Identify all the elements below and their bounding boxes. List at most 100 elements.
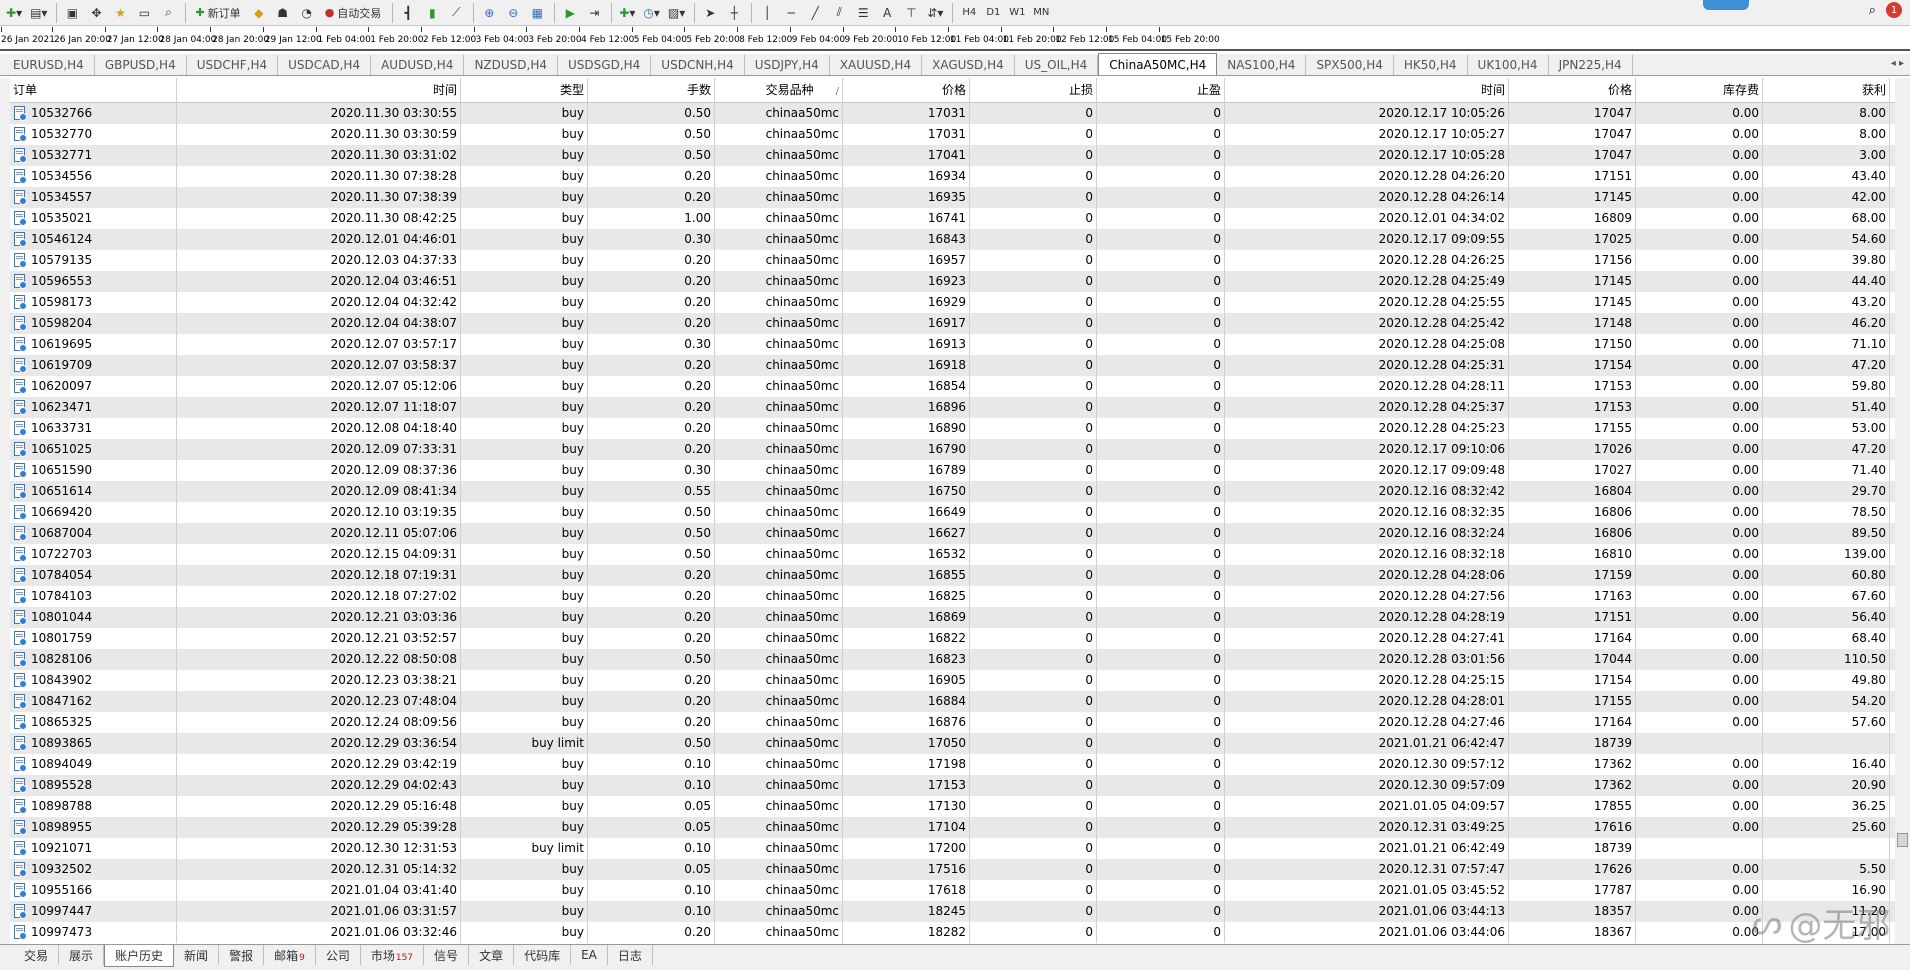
terminal-tab-8[interactable]: 信号: [424, 945, 470, 965]
table-row[interactable]: 10997473 2021.01.06 03:32:46 buy 0.20 chinaa…: [10, 922, 1895, 943]
templates-icon[interactable]: ▨▾: [665, 2, 688, 24]
chart-shift-icon[interactable]: ⇥: [583, 2, 605, 24]
horizontal-line-icon[interactable]: ─: [780, 2, 802, 24]
periods-icon[interactable]: ◷ ▾: [640, 2, 663, 24]
table-row[interactable]: 10598173 2020.12.04 04:32:42 buy 0.20 chinaa…: [10, 292, 1895, 313]
terminal-tab-2[interactable]: 账户历史: [104, 945, 175, 967]
tabs-scroll-arrows-icon[interactable]: ◂ ▸: [1891, 58, 1904, 69]
table-row[interactable]: 10623471 2020.12.07 11:18:07 buy 0.20 chinaa…: [10, 397, 1895, 418]
candlestick-icon[interactable]: ▮: [421, 2, 443, 24]
table-row[interactable]: 10847162 2020.12.23 07:48:04 buy 0.20 chinaa…: [10, 691, 1895, 712]
indicators-icon[interactable]: ✚ ▾: [616, 2, 638, 24]
table-row[interactable]: 10894049 2020.12.29 03:42:19 buy 0.10 chinaa…: [10, 754, 1895, 775]
header-stop-loss[interactable]: 止损: [970, 78, 1097, 102]
chart-tab-xauusd-h4[interactable]: XAUUSD,H4: [830, 55, 923, 75]
table-row[interactable]: 10687004 2020.12.11 05:07:06 buy 0.50 chinaa…: [10, 523, 1895, 544]
chart-tab-gbpusd-h4[interactable]: GBPUSD,H4: [95, 55, 187, 75]
line-chart-icon[interactable]: ⟋: [445, 2, 467, 24]
signals-icon[interactable]: ☗: [272, 2, 294, 24]
header-take-profit[interactable]: 止盈: [1097, 78, 1225, 102]
table-row[interactable]: 10598204 2020.12.04 04:38:07 buy 0.20 chinaa…: [10, 313, 1895, 334]
zoom-out-icon[interactable]: ⊖: [502, 2, 524, 24]
table-row[interactable]: 10828106 2020.12.22 08:50:08 buy 0.50 chinaa…: [10, 649, 1895, 670]
table-row[interactable]: 10843902 2020.12.23 03:38:21 buy 0.20 chinaa…: [10, 670, 1895, 691]
tile-windows-icon[interactable]: ▦: [526, 2, 548, 24]
chart-tab-xagusd-h4[interactable]: XAGUSD,H4: [922, 55, 1015, 75]
market-watch-icon[interactable]: ▣: [61, 2, 83, 24]
table-row[interactable]: 10620097 2020.12.07 05:12:06 buy 0.20 chinaa…: [10, 376, 1895, 397]
chart-tab-usdcnh-h4[interactable]: USDCNH,H4: [651, 55, 745, 75]
header-type[interactable]: 类型: [461, 78, 588, 102]
table-row[interactable]: 10722703 2020.12.15 04:09:31 buy 0.50 chinaa…: [10, 544, 1895, 565]
chart-tab-usdcad-h4[interactable]: USDCAD,H4: [278, 55, 372, 75]
header-order[interactable]: 订单: [10, 78, 177, 102]
header-lots[interactable]: 手数: [588, 78, 715, 102]
auto-trading-button[interactable]: ● 自动交易: [320, 2, 387, 24]
timeframe-d1[interactable]: D1: [981, 3, 1005, 23]
text-tool-icon[interactable]: A: [876, 2, 898, 24]
scrollbar-thumb[interactable]: [1897, 833, 1908, 847]
terminal-tab-1[interactable]: 展示: [59, 945, 105, 965]
table-row[interactable]: 10651590 2020.12.09 08:37:36 buy 0.30 chinaa…: [10, 460, 1895, 481]
notification-badge[interactable]: 1: [1886, 2, 1902, 18]
channel-icon[interactable]: ⫽: [828, 2, 850, 24]
header-open-price[interactable]: 价格: [843, 78, 970, 102]
profiles-icon[interactable]: ▤▾: [27, 2, 50, 24]
table-row[interactable]: 10997447 2021.01.06 03:31:57 buy 0.10 chinaa…: [10, 901, 1895, 922]
terminal-tab-6[interactable]: 公司: [316, 945, 361, 965]
terminal-tab-7[interactable]: 市场 157: [361, 945, 425, 965]
table-row[interactable]: 10895528 2020.12.29 04:02:43 buy 0.10 chinaa…: [10, 775, 1895, 796]
terminal-tab-4[interactable]: 警报: [219, 945, 265, 965]
table-row[interactable]: 10898788 2020.12.29 05:16:48 buy 0.05 chinaa…: [10, 796, 1895, 817]
terminal-tab-0[interactable]: 交易: [14, 945, 60, 965]
terminal-tab-12[interactable]: 日志: [608, 945, 653, 965]
fibonacci-icon[interactable]: ☰: [852, 2, 874, 24]
terminal-tab-10[interactable]: 代码库: [514, 945, 572, 965]
terminal-tab-3[interactable]: 新闻: [174, 945, 220, 965]
table-row[interactable]: 10651614 2020.12.09 08:41:34 buy 0.55 chinaa…: [10, 481, 1895, 502]
table-row[interactable]: 10579135 2020.12.03 04:37:33 buy 0.20 chinaa…: [10, 250, 1895, 271]
chart-tab-eurusd-h4[interactable]: EURUSD,H4: [3, 55, 95, 75]
vertical-scrollbar[interactable]: [1895, 78, 1910, 944]
table-row[interactable]: 10633731 2020.12.08 04:18:40 buy 0.20 chinaa…: [10, 418, 1895, 439]
trendline-icon[interactable]: ╱: [804, 2, 826, 24]
chat-icon[interactable]: [1703, 0, 1749, 10]
market-icon[interactable]: ◔: [296, 2, 318, 24]
terminal-icon[interactable]: ▭: [133, 2, 155, 24]
crosshair-icon[interactable]: ┼: [723, 2, 745, 24]
chart-tab-audusd-h4[interactable]: AUDUSD,H4: [371, 55, 465, 75]
table-row[interactable]: 10596553 2020.12.04 03:46:51 buy 0.20 chinaa…: [10, 271, 1895, 292]
table-row[interactable]: 10619695 2020.12.07 03:57:17 buy 0.30 chinaa…: [10, 334, 1895, 355]
table-row[interactable]: 10619709 2020.12.07 03:58:37 buy 0.20 chinaa…: [10, 355, 1895, 376]
chart-tab-nzdusd-h4[interactable]: NZDUSD,H4: [464, 55, 559, 75]
timeframe-h4[interactable]: H4: [957, 3, 981, 23]
table-row[interactable]: 10784103 2020.12.18 07:27:02 buy 0.20 chinaa…: [10, 586, 1895, 607]
meta-editor-icon[interactable]: ◆: [248, 2, 270, 24]
chart-tab-spx500-h4[interactable]: SPX500,H4: [1306, 55, 1394, 75]
chart-tab-usdsgd-h4[interactable]: USDSGD,H4: [558, 55, 652, 75]
bar-chart-icon[interactable]: ┫: [397, 2, 419, 24]
navigator-icon[interactable]: ★: [109, 2, 131, 24]
text-label-icon[interactable]: ⊤: [900, 2, 922, 24]
table-row[interactable]: 10932502 2020.12.31 05:14:32 buy 0.05 chinaa…: [10, 859, 1895, 880]
auto-scroll-icon[interactable]: ▶: [559, 2, 581, 24]
header-swap[interactable]: 库存费: [1636, 78, 1763, 102]
table-row[interactable]: 10921071 2020.12.30 12:31:53 buy limit 0.10…: [10, 838, 1895, 859]
vertical-line-icon[interactable]: │: [756, 2, 778, 24]
table-row[interactable]: 10532771 2020.11.30 03:31:02 buy 0.50 chinaa…: [10, 145, 1895, 166]
data-window-icon[interactable]: ✥: [85, 2, 107, 24]
table-row[interactable]: 10801044 2020.12.21 03:03:36 buy 0.20 chinaa…: [10, 607, 1895, 628]
chart-tab-uk100-h4[interactable]: UK100,H4: [1468, 55, 1549, 75]
chart-tab-nas100-h4[interactable]: NAS100,H4: [1217, 55, 1307, 75]
new-chart-icon[interactable]: ✚ ▾: [3, 2, 25, 24]
new-order-button[interactable]: ✚ 新订单: [190, 2, 245, 24]
table-row[interactable]: 10535021 2020.11.30 08:42:25 buy 1.00 chinaa…: [10, 208, 1895, 229]
chart-tab-usdchf-h4[interactable]: USDCHF,H4: [187, 55, 279, 75]
chart-tab-us-oil-h4[interactable]: US_OIL,H4: [1015, 55, 1099, 75]
cursor-icon[interactable]: ➤: [699, 2, 721, 24]
chart-tab-chinaa50mc-h4[interactable]: ChinaA50MC,H4: [1098, 53, 1218, 75]
table-row[interactable]: 10546124 2020.12.01 04:46:01 buy 0.30 chinaa…: [10, 229, 1895, 250]
table-row[interactable]: 10893865 2020.12.29 03:36:54 buy limit 0.50…: [10, 733, 1895, 754]
table-row[interactable]: 10898955 2020.12.29 05:39:28 buy 0.05 chinaa…: [10, 817, 1895, 838]
table-row[interactable]: 10534556 2020.11.30 07:38:28 buy 0.20 chinaa…: [10, 166, 1895, 187]
